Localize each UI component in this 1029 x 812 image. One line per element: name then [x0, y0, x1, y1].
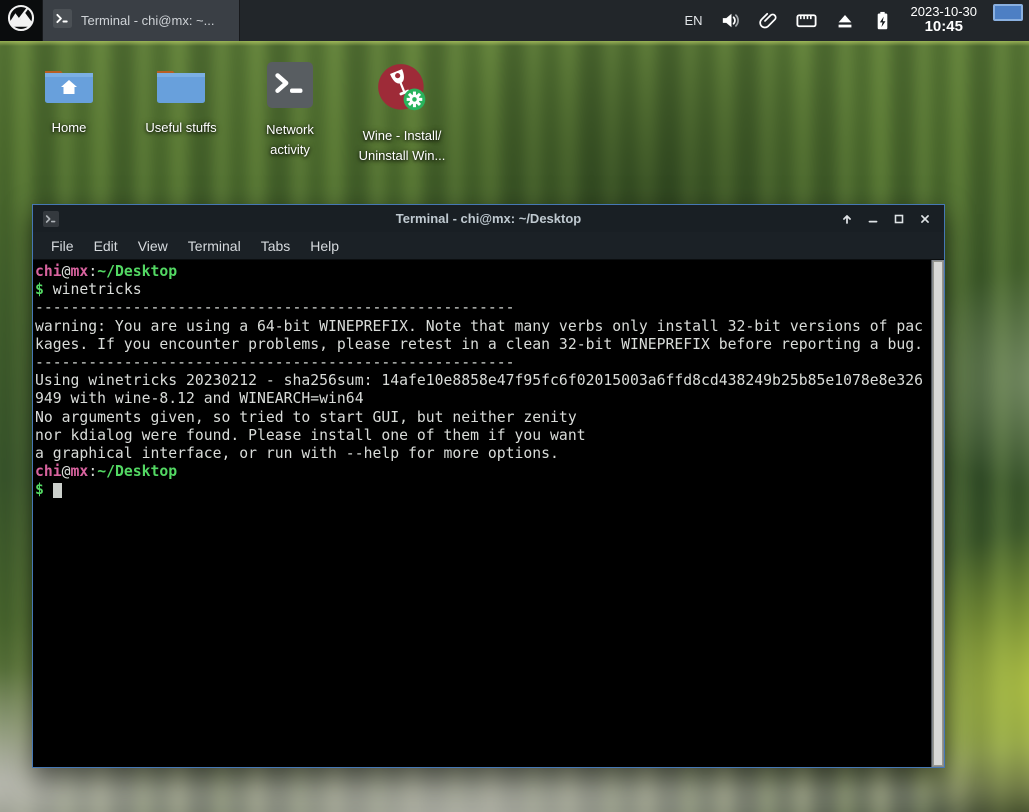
folder-icon — [154, 62, 208, 111]
terminal-output: chi@mx:~/Desktop $ winetricks ------------… — [35, 263, 929, 500]
terminal-viewport[interactable]: chi@mx:~/Desktop $ winetricks ------------… — [33, 260, 944, 767]
eject-icon[interactable] — [834, 10, 856, 32]
shade-button[interactable] — [838, 210, 856, 228]
terminal-icon[interactable] — [43, 210, 59, 227]
desktop-icon-label: Network activity — [266, 122, 314, 157]
menu-view[interactable]: View — [128, 238, 178, 254]
desktop-screen: Terminal - chi@mx: ~... EN 2023-10-30 10… — [0, 0, 1029, 812]
terminal-line: a graphical interface, or run with --hel… — [35, 445, 559, 463]
paperclip-icon[interactable] — [758, 10, 779, 31]
battery-icon[interactable] — [872, 10, 893, 31]
menu-tabs[interactable]: Tabs — [251, 238, 301, 254]
menu-help[interactable]: Help — [300, 238, 349, 254]
terminal-line: chi@mx:~/Desktop — [35, 263, 178, 280]
window-controls — [838, 210, 934, 228]
desktop-icon-network-activity[interactable]: Network activity — [238, 62, 342, 159]
clock-time: 10:45 — [924, 18, 963, 36]
menu-bar: File Edit View Terminal Tabs Help — [33, 232, 944, 260]
terminal-icon — [267, 62, 313, 113]
language-indicator[interactable]: EN — [684, 13, 702, 28]
taskbar-item-terminal[interactable]: Terminal - chi@mx: ~... — [42, 0, 240, 41]
keyboard-icon[interactable] — [795, 9, 818, 32]
desktop-icon-wine[interactable]: Wine - Install/ Uninstall Win... — [350, 62, 454, 165]
terminal-line: nor kdialog were found. Please install o… — [35, 426, 586, 444]
close-button[interactable] — [916, 210, 934, 228]
wine-gear-icon — [376, 62, 428, 119]
minimize-button[interactable] — [864, 210, 882, 228]
desktop-icon-home[interactable]: Home — [17, 62, 121, 138]
clock[interactable]: 2023-10-30 10:45 — [910, 3, 978, 36]
mx-logo-icon — [5, 2, 37, 39]
scrollbar[interactable] — [931, 260, 944, 767]
desktop-icon-label: Wine - Install/ Uninstall Win... — [358, 128, 446, 163]
wallpaper-highlight — [0, 41, 1029, 46]
terminal-line: No arguments given, so tried to start GU… — [35, 408, 577, 426]
window-title: Terminal - chi@mx: ~/Desktop — [395, 211, 582, 226]
terminal-line: Using winetricks 20230212 - sha256sum: 1… — [35, 372, 924, 390]
folder-home-icon — [42, 62, 96, 111]
terminal-line: chi@mx:~/Desktop — [35, 463, 178, 481]
terminal-line: warning: You are using a 64-bit WINEPREF… — [35, 317, 924, 335]
scrollbar-thumb[interactable] — [933, 261, 943, 766]
terminal-window: Terminal - chi@mx: ~/Desktop File Edit V… — [32, 204, 945, 768]
desktop-icon-label: Home — [51, 120, 87, 135]
volume-icon[interactable] — [719, 9, 742, 32]
terminal-line: kages. If you encounter problems, please… — [35, 335, 924, 353]
terminal-line: ----------------------------------------… — [35, 299, 515, 317]
window-titlebar[interactable]: Terminal - chi@mx: ~/Desktop — [33, 205, 944, 232]
mx-menu-button[interactable] — [0, 0, 42, 41]
terminal-icon — [53, 8, 72, 33]
system-tray: EN 2023-10-30 10:45 — [684, 0, 1029, 41]
desktop-icon-useful-stuffs[interactable]: Useful stuffs — [129, 62, 233, 138]
maximize-button[interactable] — [890, 210, 908, 228]
terminal-line: ----------------------------------------… — [35, 354, 515, 372]
menu-file[interactable]: File — [41, 238, 84, 254]
top-panel: Terminal - chi@mx: ~... EN 2023-10-30 10… — [0, 0, 1029, 41]
clock-date: 2023-10-30 — [910, 3, 978, 19]
workspace-pager[interactable] — [993, 4, 1023, 21]
terminal-line: $ — [35, 481, 929, 499]
terminal-cursor — [52, 483, 62, 499]
terminal-line: $ winetricks — [35, 281, 142, 299]
desktop-icon-label: Useful stuffs — [145, 120, 217, 135]
terminal-line: 949 with wine-8.12 and WINEARCH=win64 — [35, 390, 364, 408]
menu-terminal[interactable]: Terminal — [178, 238, 251, 254]
taskbar-item-label: Terminal - chi@mx: ~... — [81, 13, 215, 28]
menu-edit[interactable]: Edit — [84, 238, 128, 254]
